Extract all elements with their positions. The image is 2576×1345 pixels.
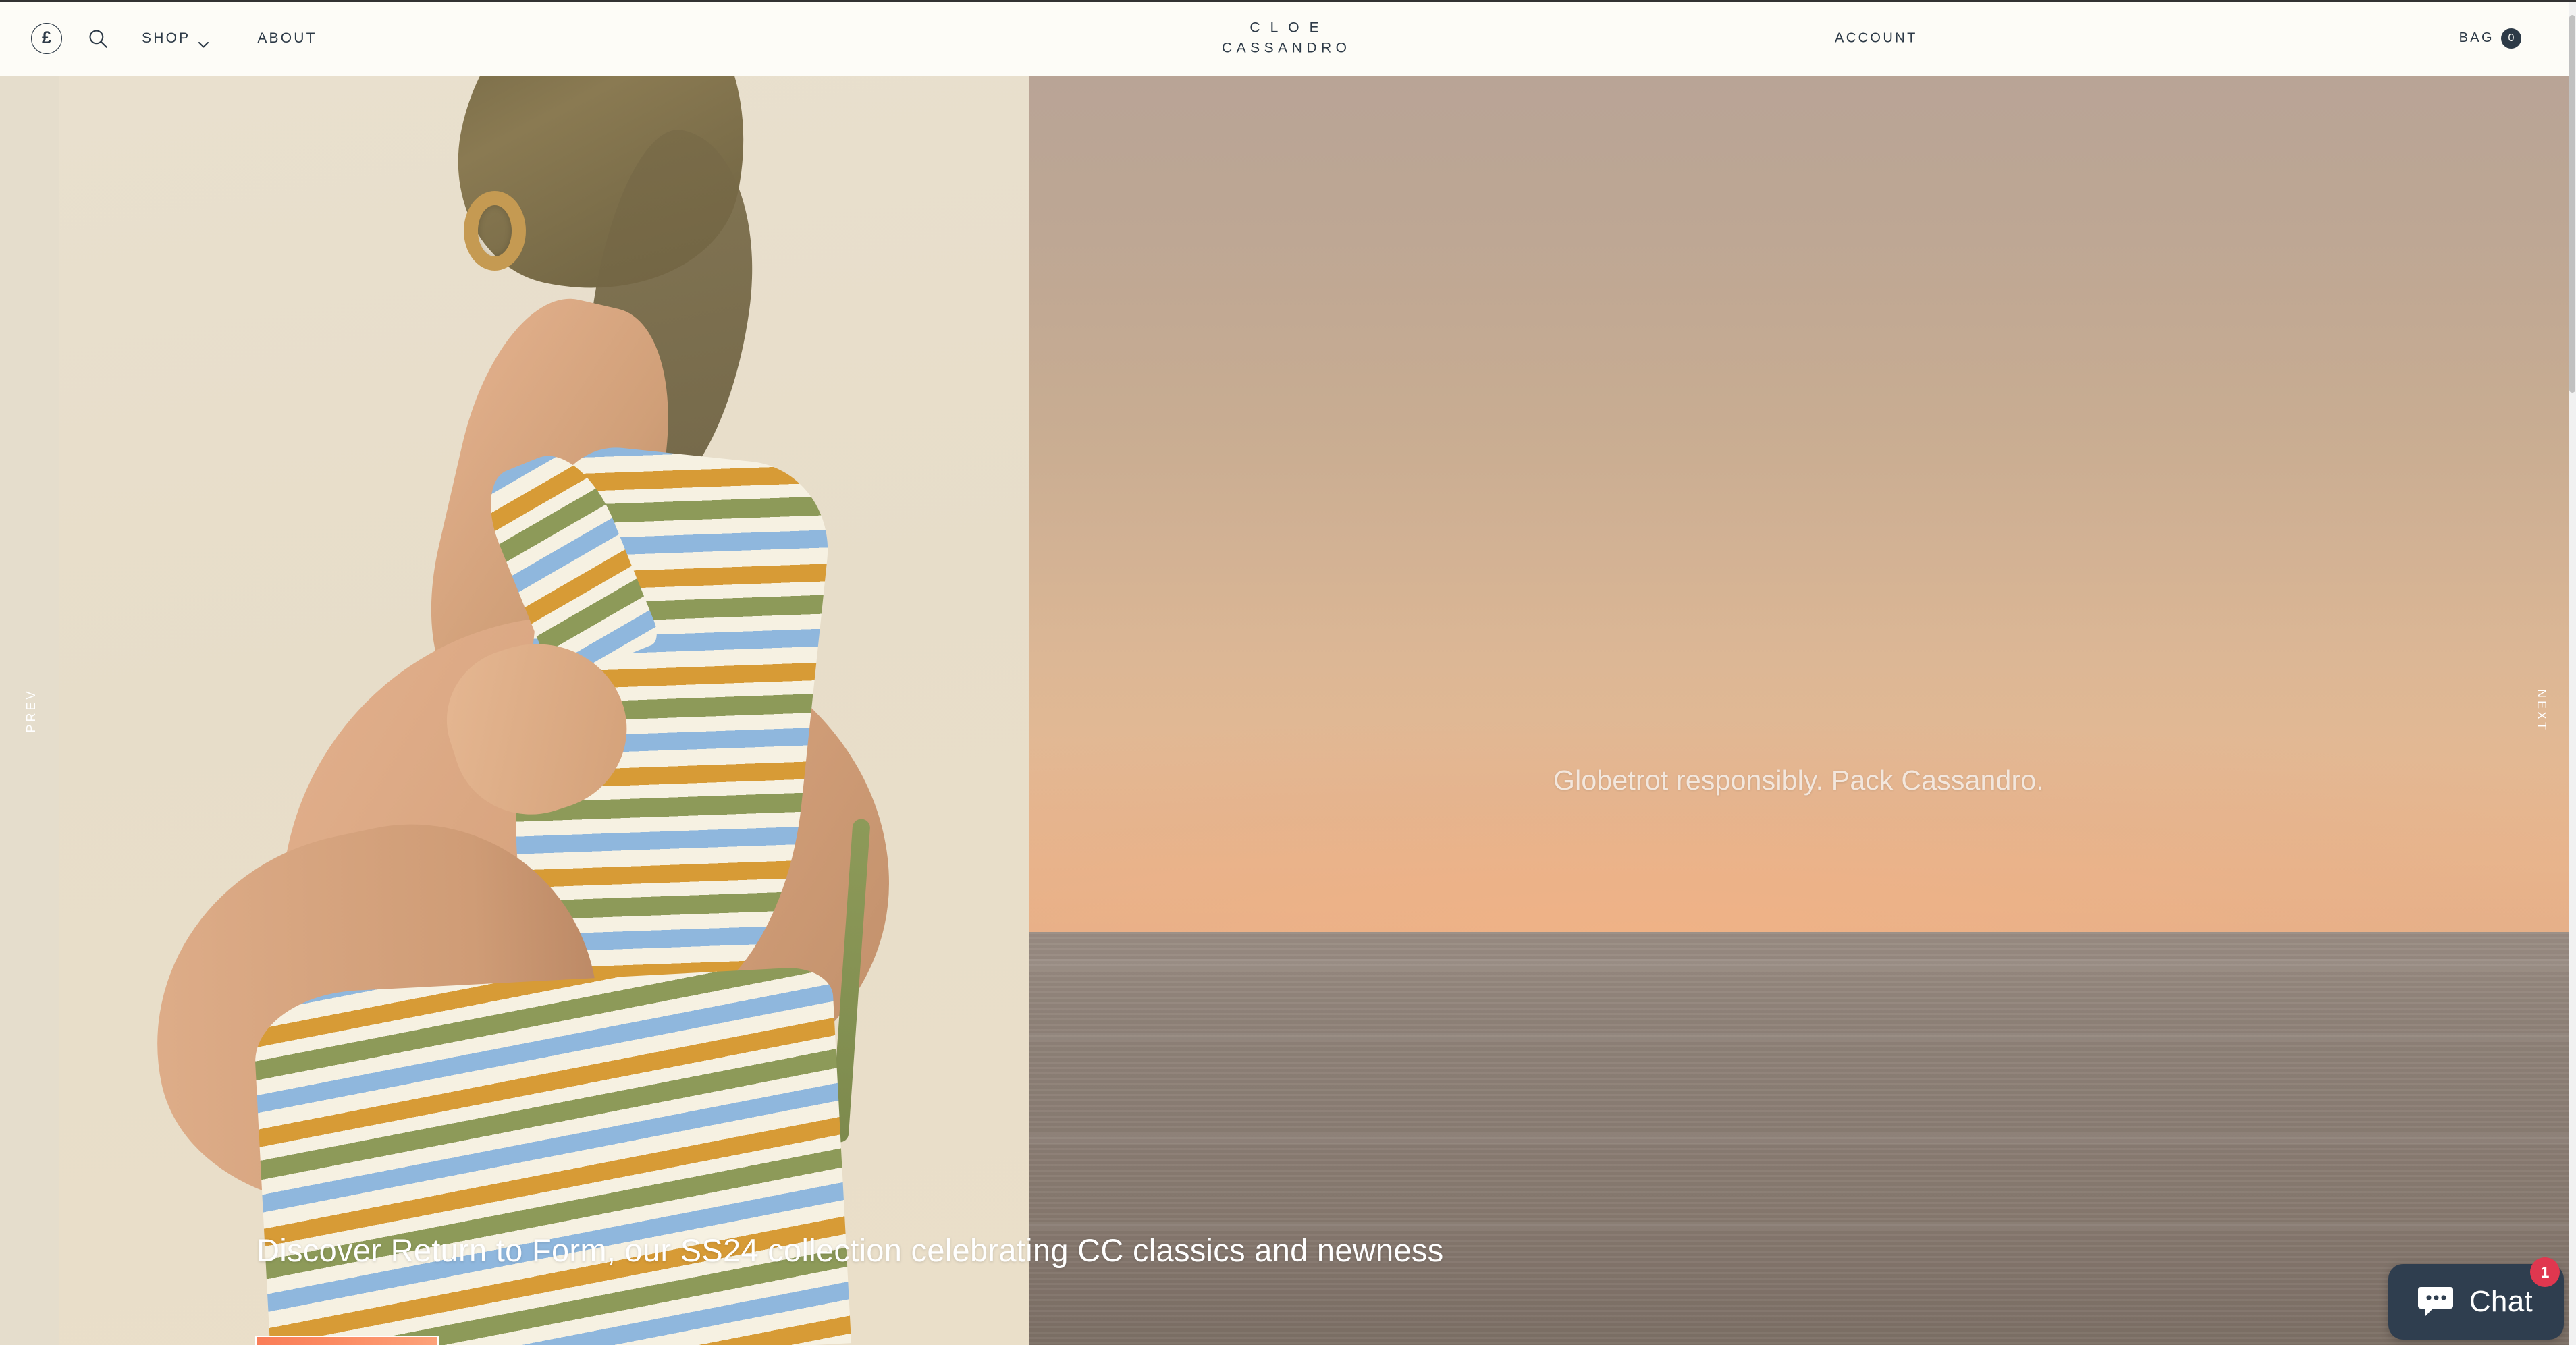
sea-band xyxy=(1029,1033,2569,1040)
page-scrollbar-thumb[interactable] xyxy=(2569,15,2575,393)
page-root: £ SHOP ABOUT CLOE CASSANDRO ACCOUNT BAG … xyxy=(0,0,2576,1345)
currency-selector-button[interactable]: £ xyxy=(31,22,62,54)
sea-band xyxy=(1029,1222,2569,1229)
browser-chrome-edge xyxy=(0,0,2576,2)
hero-video-caption: Globetrot responsibly. Pack Cassandro. xyxy=(1553,765,2044,796)
hero-video-sea xyxy=(1029,932,2569,1345)
hero-slide-left[interactable] xyxy=(0,76,1029,1345)
crochet-striped-dress xyxy=(251,965,852,1345)
logo-line-1: CLOE xyxy=(1250,20,1329,36)
logo-line-2: CASSANDRO xyxy=(1221,40,1351,56)
bag-button[interactable]: BAG 0 xyxy=(2459,28,2521,49)
hero-image-model xyxy=(59,76,1029,1345)
account-link[interactable]: ACCOUNT xyxy=(1835,30,1918,46)
search-icon[interactable] xyxy=(82,23,113,54)
hero-headline: Discover Return to Form, our SS24 collec… xyxy=(257,1232,1444,1268)
nav-item-about-label: ABOUT xyxy=(257,30,317,46)
currency-symbol: £ xyxy=(42,28,51,47)
header-left-group: £ SHOP ABOUT xyxy=(31,0,317,76)
chevron-down-icon xyxy=(198,36,209,48)
carousel-prev-button[interactable]: PREV xyxy=(24,688,38,732)
hero-slide-right[interactable]: Globetrot responsibly. Pack Cassandro. xyxy=(1029,76,2569,1345)
nav-item-about[interactable]: ABOUT xyxy=(257,30,317,47)
nav-item-shop[interactable]: SHOP xyxy=(142,30,209,48)
chat-label: Chat xyxy=(2469,1285,2533,1318)
hero-carousel: Globetrot responsibly. Pack Cassandro. P… xyxy=(0,76,2569,1345)
site-logo[interactable]: CLOE CASSANDRO xyxy=(1217,18,1351,59)
newness-cta-button[interactable]: NEWNESS xyxy=(255,1336,439,1345)
nav-item-shop-label: SHOP xyxy=(142,30,191,46)
bag-count-badge: 0 xyxy=(2501,28,2521,49)
sea-band xyxy=(1029,959,2569,970)
carousel-next-button[interactable]: NEXT xyxy=(2534,689,2548,732)
speech-bubble-icon xyxy=(2417,1283,2454,1321)
sea-band xyxy=(1029,1134,2569,1144)
chat-unread-badge: 1 xyxy=(2530,1257,2560,1287)
hero-video-sky xyxy=(1029,76,2569,932)
shopify-chat-button[interactable]: Chat 1 xyxy=(2388,1257,2564,1340)
gold-hoop-earring-icon xyxy=(464,191,526,271)
site-header: £ SHOP ABOUT CLOE CASSANDRO ACCOUNT BAG … xyxy=(0,0,2569,76)
bag-label: BAG xyxy=(2459,30,2494,45)
